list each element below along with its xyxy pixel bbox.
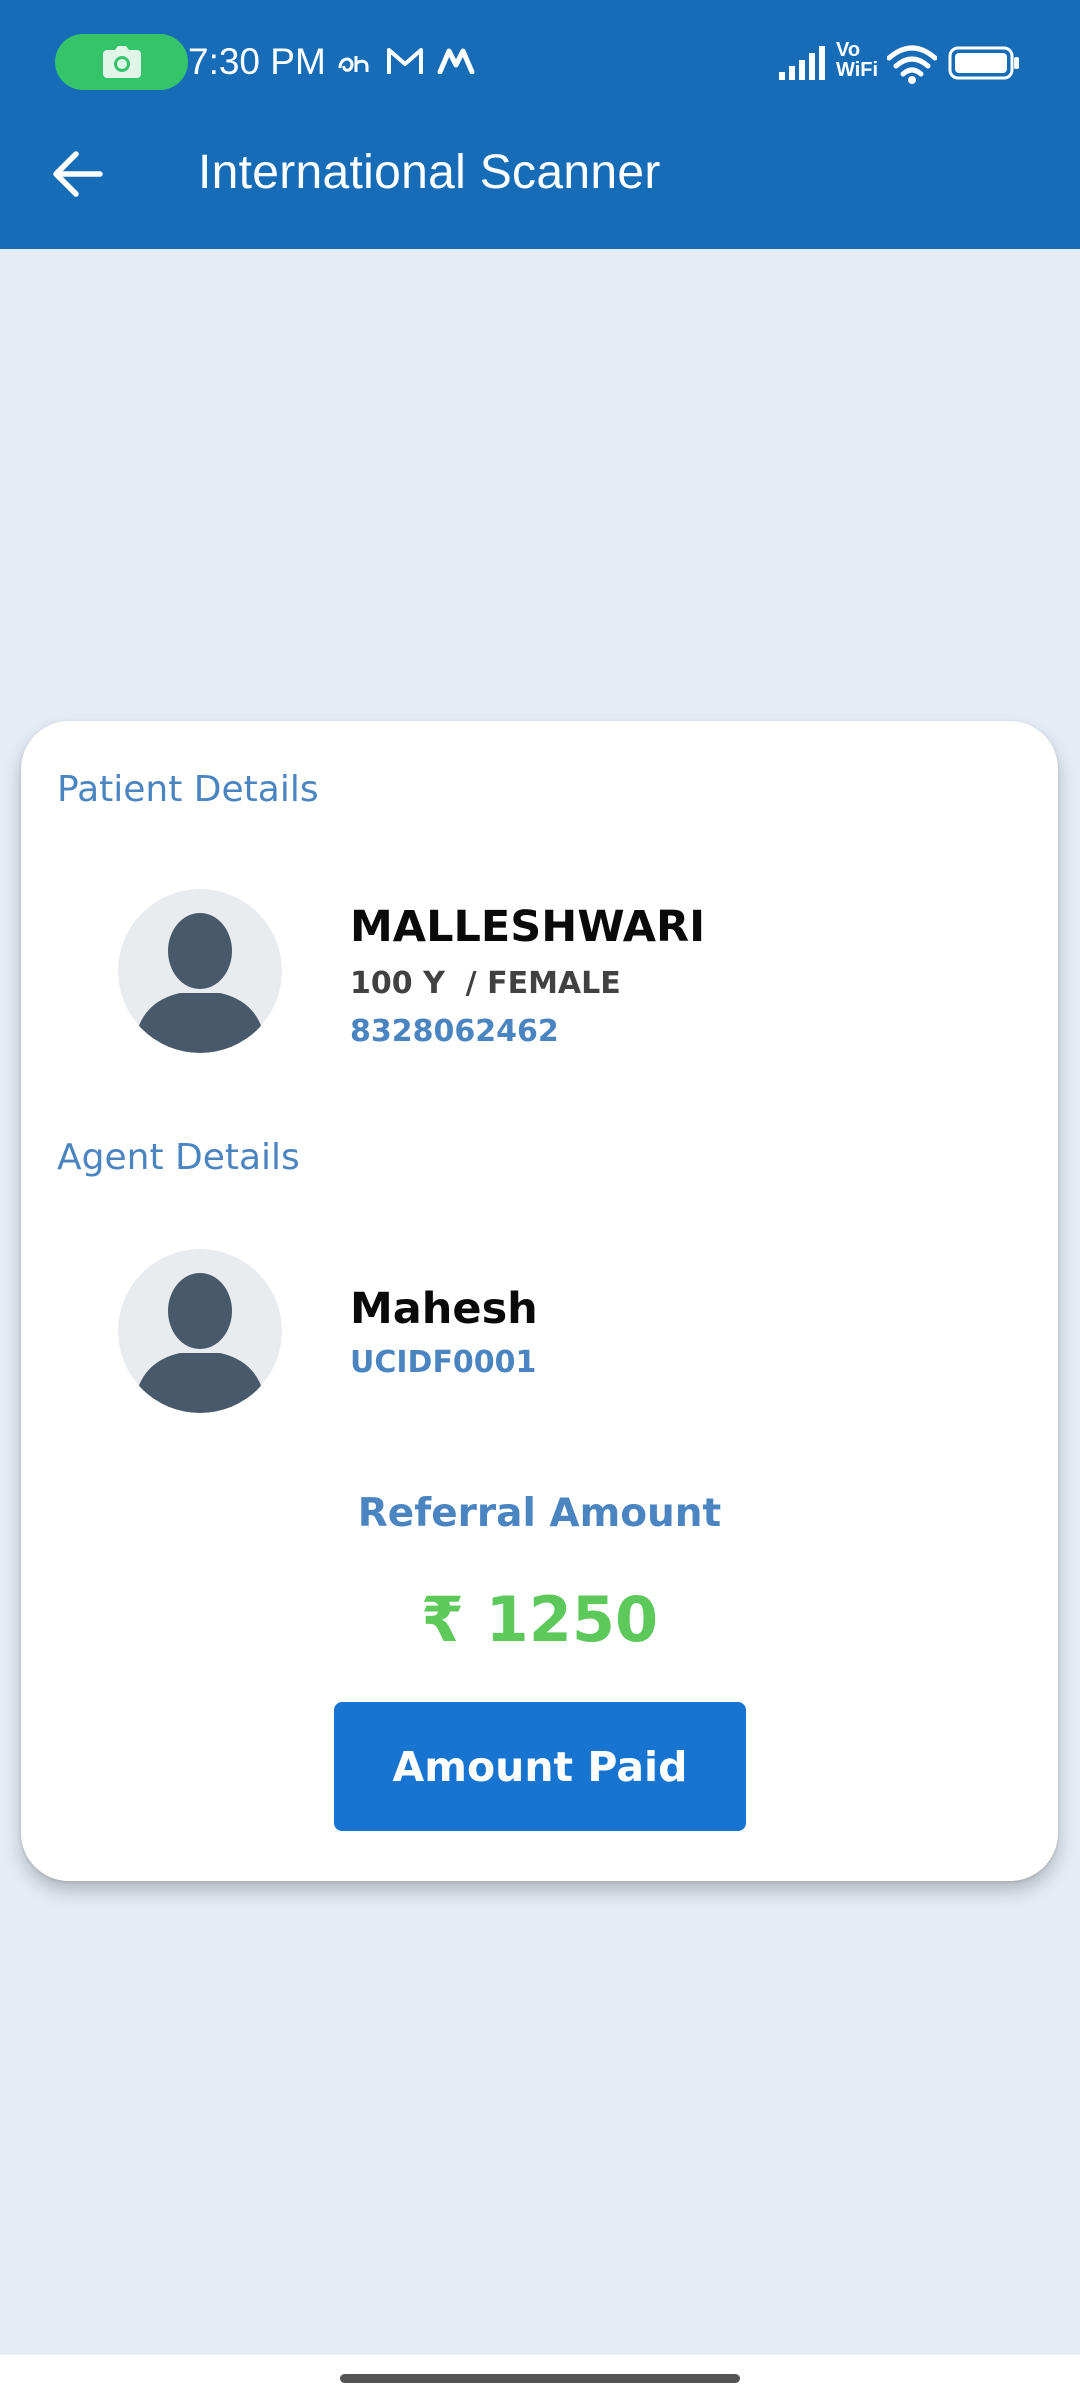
patient-avatar bbox=[118, 889, 282, 1053]
patient-name: MALLESHWARI bbox=[350, 902, 706, 952]
agent-name: Mahesh bbox=[350, 1284, 538, 1334]
user-silhouette-icon bbox=[136, 913, 264, 1053]
gmail-icon bbox=[386, 46, 424, 80]
home-indicator[interactable] bbox=[340, 2374, 740, 2383]
amount-paid-button[interactable]: Amount Paid bbox=[334, 1702, 746, 1831]
patient-section-title: Patient Details bbox=[57, 769, 319, 810]
status-bar: 7:30 PM Vo WiFi bbox=[0, 0, 1080, 128]
battery-icon bbox=[948, 46, 1020, 84]
patient-phone[interactable]: 8328062462 bbox=[350, 1012, 559, 1052]
arrow-left-icon bbox=[53, 151, 103, 197]
camera-icon bbox=[103, 46, 141, 78]
referral-amount-value: ₹ 1250 bbox=[420, 1583, 659, 1656]
agent-id: UCIDF0001 bbox=[350, 1345, 537, 1380]
navigation-bar bbox=[0, 2355, 1080, 2400]
back-button[interactable] bbox=[40, 136, 116, 212]
status-time: 7:30 PM bbox=[188, 41, 326, 82]
referral-card: Patient Details MALLESHWARI 100 Y / FEMA… bbox=[21, 721, 1058, 1881]
vowifi-icon: Vo WiFi bbox=[836, 39, 879, 81]
m-app-icon bbox=[437, 48, 475, 78]
patient-age-gender: 100 Y / FEMALE bbox=[350, 966, 621, 1001]
telugu-app-icon bbox=[337, 50, 373, 80]
page-title: International Scanner bbox=[198, 146, 661, 199]
agent-section-title: Agent Details bbox=[57, 1137, 300, 1178]
referral-amount-label: Referral Amount bbox=[357, 1491, 722, 1536]
signal-bars-icon bbox=[779, 46, 829, 84]
user-silhouette-icon bbox=[136, 1273, 264, 1413]
wifi-icon bbox=[886, 44, 938, 88]
app-bar: 7:30 PM Vo WiFi International Scanner bbox=[0, 0, 1080, 249]
agent-avatar bbox=[118, 1249, 282, 1413]
screen-recording-indicator[interactable] bbox=[55, 34, 188, 90]
